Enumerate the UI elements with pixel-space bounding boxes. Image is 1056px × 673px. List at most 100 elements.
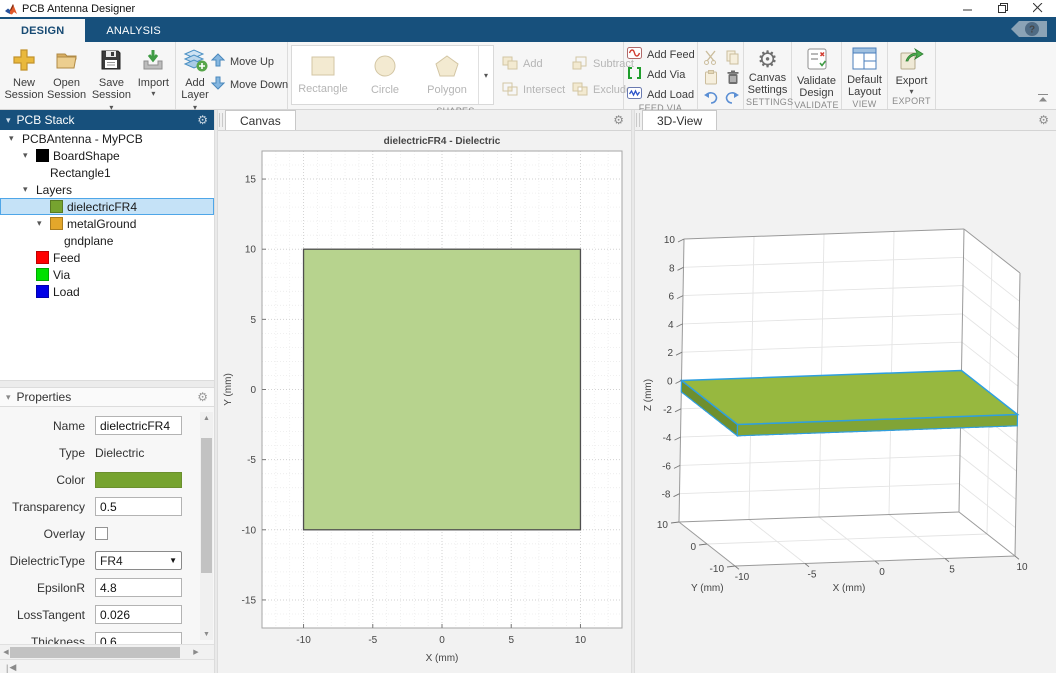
tab-analysis[interactable]: ANALYSIS [85,19,182,42]
tree-item-feed[interactable]: Feed [0,249,214,266]
delete-button[interactable] [726,70,740,88]
tree-item-rectangle1[interactable]: Rectangle1 [0,164,214,181]
properties-header[interactable]: ▾ Properties ⚙ [0,388,214,407]
tree-item-label: Load [53,284,80,299]
view3d-gear-icon[interactable]: ⚙ [1038,113,1049,127]
section-label-settings: SETTINGS [746,97,794,107]
tree-item-label: dielectricFR4 [67,199,138,214]
panel-splitter[interactable] [0,380,214,388]
losstangent-field[interactable] [95,605,182,624]
tree-item-label: Via [53,267,71,282]
boolean-intersect-label: Intersect [523,84,566,96]
minimize-button[interactable] [962,2,974,14]
svg-text:5: 5 [508,635,514,646]
plot-3d[interactable]: 10 8 6 4 2 0 -2 -4 -6 -8 10 0 -10 -10 -5 0 5 10 Z (mm) Y (m… [635,217,1056,650]
canvas-pane: Canvas ⚙ -10 -5 0 5 10 -15 -10 -5 0 5 10 15 dielectr… [218,110,631,673]
close-button[interactable] [1032,2,1044,14]
property-row-epsilonr: EpsilonR [0,574,214,601]
dielectric-slab-top-face[interactable] [679,369,1020,426]
save-session-button[interactable]: Save Session ▾ [88,45,135,113]
properties-gear-icon[interactable]: ⚙ [197,390,208,404]
property-row-dielectrictype: DielectricType FR4 ▼ [0,547,214,574]
boolean-intersect-button[interactable]: Intersect [502,82,572,99]
name-field[interactable] [95,416,182,435]
tree-item-label: Feed [53,250,81,265]
tree-item-load[interactable]: Load [0,283,214,300]
pcb-stack-header[interactable]: ▾ PCB Stack ⚙ [0,110,214,130]
shapes-gallery-dropdown[interactable]: ▾ [478,46,493,104]
boolean-add-button[interactable]: Add [502,56,572,73]
undo-button[interactable] [703,91,718,107]
new-session-button[interactable]: New Session [3,45,45,101]
tree-item-pcbantenna-mypcb[interactable]: ▾ PCBAntenna - MyPCB [0,130,214,147]
export-label: Export [895,75,928,87]
restore-button[interactable] [997,2,1009,14]
scroll-down-icon[interactable]: ▼ [200,628,213,640]
cut-button[interactable] [703,50,718,68]
tab-canvas[interactable]: Canvas [225,110,296,130]
expander-icon[interactable]: ▾ [23,184,36,195]
tree-item-metalground[interactable]: ▾ metalGround [0,215,214,232]
epsilonr-field[interactable] [95,578,182,597]
drag-handle[interactable] [219,113,223,127]
redo-button[interactable] [725,91,740,107]
validate-design-button[interactable]: Validate Design [795,45,838,99]
add-load-button[interactable]: Add Load [627,87,695,102]
add-feed-button[interactable]: Add Feed [627,47,695,62]
expander-icon[interactable]: ▾ [23,150,36,161]
move-up-button[interactable]: Move Up [210,53,288,70]
polygon-shape-button[interactable]: Polygon [416,46,478,104]
import-button[interactable]: Import ▾ [135,45,172,98]
dielectrictype-select[interactable]: FR4 ▼ [95,551,182,570]
tree-item-dielectricfr4[interactable]: dielectricFR4 [0,198,214,215]
expander-icon[interactable]: ▾ [9,133,22,144]
help-button[interactable]: ? [1010,20,1048,38]
canvas-settings-button[interactable]: ⚙ Canvas Settings [746,45,790,96]
export-button[interactable]: Export ▾ [894,45,930,96]
canvas-plot-svg[interactable]: -10 -5 0 5 10 -15 -10 -5 0 5 10 15 dielectricFR4 - D… [218,131,631,673]
tree-item-gndplane[interactable]: gndplane [0,232,214,249]
color-swatch-button[interactable] [95,471,182,488]
transparency-field[interactable] [95,497,182,516]
collapse-panel-icon[interactable]: ▾ [6,115,11,126]
tree-item-layers[interactable]: ▾ Layers [0,181,214,198]
open-session-button[interactable]: Open Session [45,45,88,101]
vertical-scroll-thumb[interactable] [201,438,212,573]
copy-button[interactable] [726,50,740,68]
tab-canvas-label: Canvas [240,113,281,128]
circle-shape-button[interactable]: Circle [354,46,416,104]
add-layer-button[interactable]: Add Layer ▾ [179,45,211,113]
default-layout-button[interactable]: Default Layout [845,45,884,98]
svg-text:6: 6 [668,292,674,303]
collapse-sidebar-icon[interactable]: ◀ [9,662,16,673]
property-row-transparency: Transparency [0,493,214,520]
zlabel: Z (mm) [643,379,654,411]
tree-item-boardshape[interactable]: ▾ BoardShape [0,147,214,164]
canvas-plot-title: dielectricFR4 - Dielectric [384,136,501,147]
canvas-plot[interactable]: -10 -5 0 5 10 -15 -10 -5 0 5 10 15 dielectricFR4 - D… [218,131,631,673]
tree-item-via[interactable]: Via [0,266,214,283]
horizontal-scroll-thumb[interactable] [10,647,180,658]
scroll-up-icon[interactable]: ▲ [200,412,213,424]
pcb-stack-gear-icon[interactable]: ⚙ [197,113,208,127]
canvas-gear-icon[interactable]: ⚙ [613,113,624,127]
collapse-ribbon-button[interactable] [1037,92,1049,106]
rectangle-shape-button[interactable]: Rectangle [292,46,354,104]
expander-icon[interactable]: ▾ [37,218,50,229]
plot-3d-svg[interactable]: 10 8 6 4 2 0 -2 -4 -6 -8 10 0 -10 -10 -5 0 5 10 Z (mm) Y (m… [635,217,1056,647]
svg-text:15: 15 [245,175,257,186]
move-down-button[interactable]: Move Down [210,76,288,93]
tab-design[interactable]: DESIGN [0,19,86,42]
thickness-field[interactable] [95,632,182,644]
horizontal-scrollbar[interactable]: ◀ ▶ [0,644,214,659]
drag-handle[interactable] [636,113,640,127]
dielectric-shape[interactable] [302,248,582,531]
vertical-scrollbar[interactable]: ▲ ▼ [200,412,213,640]
paste-button[interactable] [704,69,718,88]
collapse-sidebar-bar: | [6,662,9,673]
scroll-right-icon[interactable]: ▶ [190,648,202,656]
overlay-checkbox[interactable] [95,527,108,540]
tab-3d-view[interactable]: 3D-View [642,110,718,130]
add-via-button[interactable]: Add Via [627,67,695,82]
collapse-properties-icon[interactable]: ▾ [6,392,11,403]
